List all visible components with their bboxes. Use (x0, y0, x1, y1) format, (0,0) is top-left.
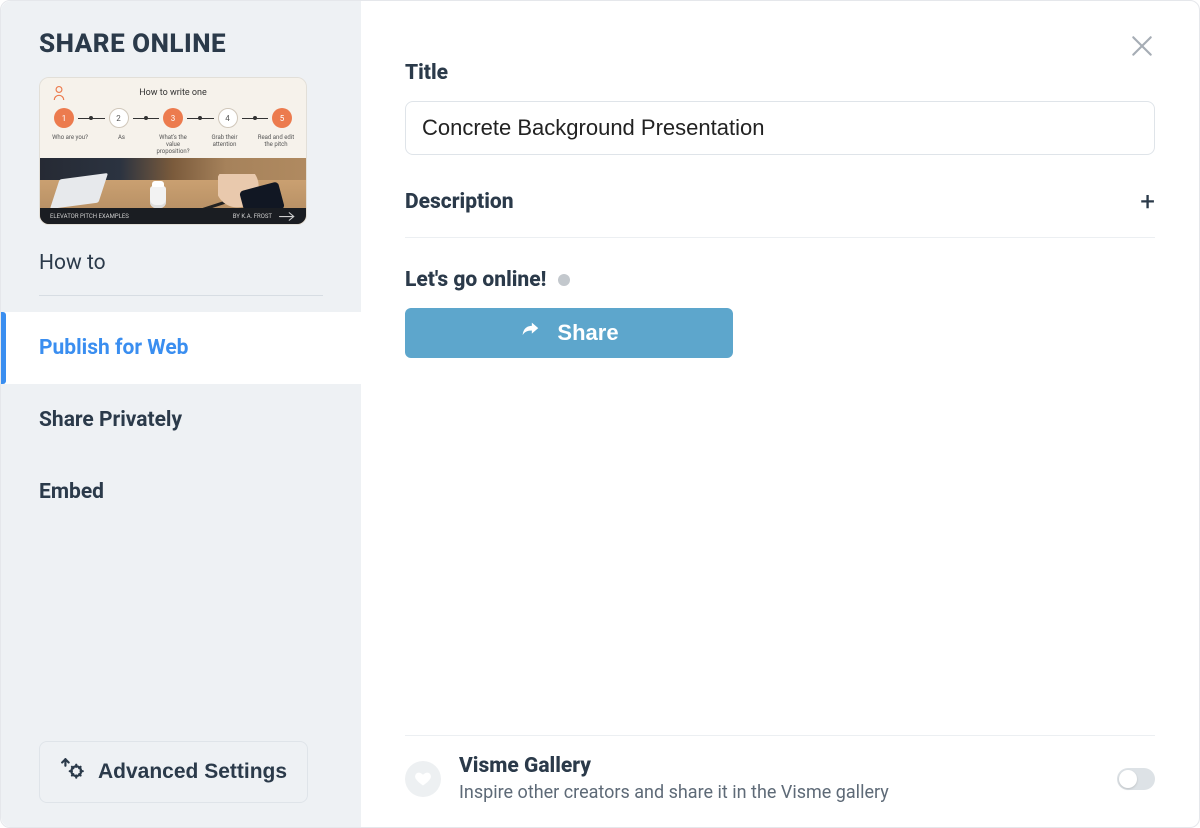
share-button[interactable]: Share (405, 308, 733, 358)
thumbnail-photo: ELEVATOR PITCH EXAMPLES BY K.A. FROST (40, 158, 306, 224)
thumbnail-step-node: 4 (218, 108, 238, 128)
share-button-label: Share (557, 320, 618, 346)
nav-share-privately[interactable]: Share Privately (1, 384, 361, 456)
divider (39, 295, 323, 296)
lets-go-online-label: Let's go online! (405, 268, 546, 292)
lets-go-online-row: Let's go online! (405, 268, 1155, 292)
title-input[interactable] (405, 101, 1155, 155)
close-icon (1129, 33, 1155, 63)
sidebar-title: SHARE ONLINE (39, 29, 323, 59)
title-label: Title (405, 61, 1155, 85)
share-icon (519, 319, 541, 347)
sidebar-nav: Publish for Web Share Privately Embed (1, 312, 361, 528)
advanced-settings-label: Advanced Settings (98, 760, 287, 784)
thumbnail-footer-right: BY K.A. FROST (233, 213, 272, 220)
nav-publish-for-web[interactable]: Publish for Web (1, 312, 361, 384)
avatar-icon (52, 84, 66, 102)
thumbnail-step-node: 3 (163, 108, 183, 128)
description-row[interactable]: Description + (405, 189, 1155, 238)
close-button[interactable] (1125, 31, 1159, 65)
description-label: Description (405, 190, 514, 214)
thumbnail-step-node: 2 (109, 108, 129, 128)
heart-icon (405, 761, 441, 797)
status-dot-icon (558, 274, 570, 286)
thumbnail-step-node: 5 (272, 108, 292, 128)
thumbnail-step-node: 1 (54, 108, 74, 128)
gallery-title: Visme Gallery (459, 754, 1099, 778)
thumbnail-footer-left: ELEVATOR PITCH EXAMPLES (50, 213, 129, 220)
plus-icon: + (1140, 189, 1155, 215)
advanced-settings-button[interactable]: Advanced Settings (39, 741, 308, 803)
advanced-settings-icon (60, 756, 86, 788)
main-panel: Title Description + Let's go online! Sha… (361, 1, 1199, 827)
sidebar: SHARE ONLINE How to write one 1 2 (1, 1, 361, 827)
thumbnail-caption: How to (39, 251, 323, 275)
nav-embed[interactable]: Embed (1, 456, 361, 528)
gallery-description: Inspire other creators and share it in t… (459, 782, 1099, 803)
thumbnail-step-row: 1 2 3 4 5 (50, 108, 296, 128)
gallery-footer: Visme Gallery Inspire other creators and… (405, 735, 1155, 803)
thumbnail-top-caption: How to write one (50, 88, 296, 98)
gallery-toggle[interactable] (1117, 768, 1155, 790)
presentation-thumbnail[interactable]: How to write one 1 2 3 4 5 Who are you? (39, 77, 307, 225)
share-modal: SHARE ONLINE How to write one 1 2 (0, 0, 1200, 828)
arrow-right-icon (278, 211, 296, 221)
